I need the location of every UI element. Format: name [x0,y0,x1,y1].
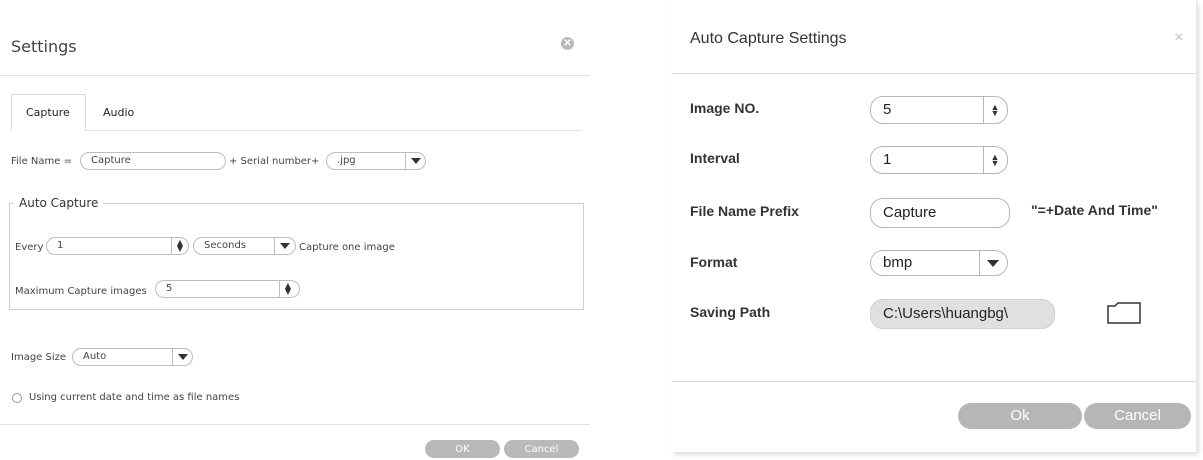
serial-number-label: + Serial number+ [229,156,320,167]
footer-divider [0,424,590,425]
settings-dialog: Settings ✕ Capture Audio File Name = Cap… [0,0,590,458]
image-size-value: Auto [83,351,107,362]
tab-capture[interactable]: Capture [11,94,86,131]
image-no-value: 5 [883,101,892,118]
interval-stepper[interactable]: 1 ▲ ▼ [870,146,1008,174]
chevron-down-icon [411,158,421,164]
dialog-title: Settings [11,37,77,56]
every-stepper[interactable]: 1 ▲ ▼ [46,237,189,255]
ok-button[interactable]: OK [425,440,500,458]
title-divider [672,73,1196,74]
file-name-label: File Name = [11,156,72,167]
tab-divider [84,130,582,131]
interval-unit-value: Seconds [204,240,247,251]
stepper-arrows-icon[interactable]: ▲ ▼ [281,282,295,296]
saving-path-field[interactable]: C:\Users\huangbg\ [870,299,1055,329]
format-label: Format [690,254,738,270]
interval-label: Interval [690,150,740,166]
max-capture-stepper[interactable]: 5 ▲ ▼ [155,280,300,298]
image-size-select[interactable]: Auto [72,348,193,366]
cancel-button[interactable]: Cancel [504,440,579,458]
capture-one-image-label: Capture one image [299,242,395,253]
chevron-down-icon [280,243,290,249]
image-no-stepper[interactable]: 5 ▲ ▼ [870,96,1008,124]
interval-unit-select[interactable]: Seconds [193,237,296,255]
prefix-input[interactable]: Capture [870,198,1010,228]
every-label: Every [15,242,44,253]
dialog-title: Auto Capture Settings [690,30,847,47]
format-select[interactable]: bmp [870,250,1008,276]
folder-icon[interactable] [1107,302,1141,324]
ok-button[interactable]: Ok [958,403,1082,429]
tab-capture-label: Capture [26,106,70,119]
format-select[interactable]: .jpg [326,152,426,170]
auto-capture-legend: Auto Capture [14,196,104,210]
close-icon[interactable]: × [1174,29,1183,47]
image-no-label: Image NO. [690,100,760,116]
max-capture-label: Maximum Capture images [15,286,147,297]
max-capture-value: 5 [166,283,173,294]
chevron-down-icon [178,354,188,360]
date-option-label: Using current date and time as file name… [29,392,240,403]
title-divider [0,75,590,76]
tab-audio[interactable]: Audio [103,106,134,119]
saving-path-label: Saving Path [690,304,771,320]
prefix-suffix-label: "=+Date And Time" [1031,202,1158,218]
stepper-arrows-icon[interactable]: ▲ ▼ [987,103,1003,118]
file-name-input[interactable]: Capture [80,152,226,170]
prefix-label: File Name Prefix [690,203,799,219]
image-size-label: Image Size [11,352,67,363]
close-icon[interactable]: ✕ [561,37,574,50]
stepper-arrows-icon[interactable]: ▲ ▼ [173,239,187,253]
format-value: bmp [883,254,913,271]
auto-capture-settings-dialog: Auto Capture Settings × Image NO. 5 ▲ ▼ I… [672,0,1203,458]
stepper-arrows-icon[interactable]: ▲ ▼ [987,153,1003,168]
date-option-radio[interactable] [12,393,22,403]
interval-value: 1 [883,151,892,168]
chevron-down-icon [987,260,999,267]
format-select-value: .jpg [337,155,356,166]
every-value: 1 [57,240,64,251]
footer-divider [672,381,1196,382]
cancel-button[interactable]: Cancel [1084,403,1191,429]
